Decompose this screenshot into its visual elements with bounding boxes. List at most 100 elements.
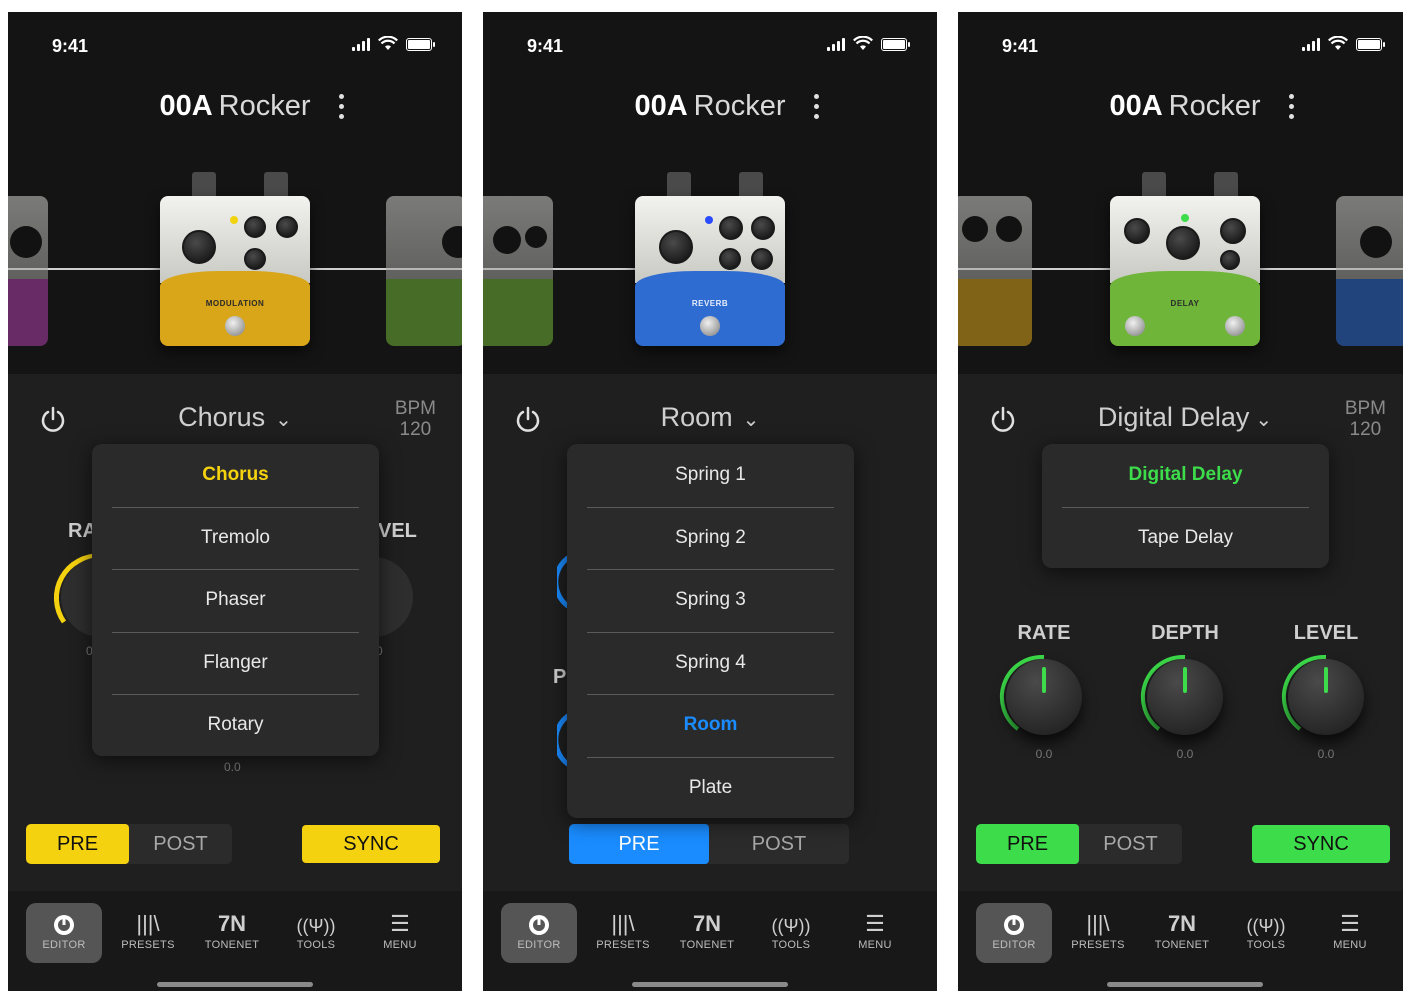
more-options-icon[interactable] (812, 94, 820, 124)
effect-dropdown-menu: Chorus Tremolo Phaser Flanger Rotary (92, 444, 379, 756)
presets-icon: |||\ (1086, 911, 1110, 936)
signal-icon (1302, 37, 1320, 51)
pedal-modulation[interactable]: MODULATION (160, 196, 310, 346)
tab-menu[interactable]: ☰ MENU (837, 903, 913, 963)
tonenet-icon: 7N (692, 911, 722, 936)
pedal-delay-partial[interactable] (483, 196, 553, 346)
tab-editor[interactable]: EDITOR (976, 903, 1052, 963)
tab-tools[interactable]: ((Ψ)) TOOLS (753, 903, 829, 963)
tab-presets[interactable]: |||\ PRESETS (110, 903, 186, 963)
tab-presets[interactable]: |||\ PRESETS (585, 903, 661, 963)
screen-delay: 9:41 00A Rocker DELAY Digital Delay ⌄ BP… (958, 12, 1403, 991)
tools-icon: ((Ψ)) (1246, 916, 1286, 936)
preset-title[interactable]: 00A Rocker (958, 90, 1403, 130)
dropdown-option-tremolo[interactable]: Tremolo (92, 506, 379, 570)
tab-tools[interactable]: ((Ψ)) TOOLS (278, 903, 354, 963)
presets-icon: |||\ (611, 911, 635, 936)
chevron-down-icon: ⌄ (742, 409, 760, 431)
tab-tonenet[interactable]: 7N TONENET (669, 903, 745, 963)
level-knob[interactable]: LEVEL 0.0 (1278, 622, 1374, 761)
menu-icon: ☰ (1340, 911, 1360, 936)
preset-title[interactable]: 00A Rocker (8, 90, 462, 130)
bpm-display[interactable]: BPM 120 (395, 398, 436, 440)
tab-bar: EDITOR |||\ PRESETS 7N TONENET ((Ψ)) TOOLS … (483, 891, 937, 991)
wifi-icon (853, 36, 873, 51)
tab-tools[interactable]: ((Ψ)) TOOLS (1228, 903, 1304, 963)
tools-icon: ((Ψ)) (771, 916, 811, 936)
signal-icon (827, 37, 845, 51)
pedal-label: DELAY (1170, 299, 1200, 308)
pre-button[interactable]: PRE (569, 824, 709, 864)
status-bar: 9:41 (958, 12, 1403, 72)
knob-label-partial: P (553, 666, 567, 688)
preset-title[interactable]: 00A Rocker (483, 90, 937, 130)
dropdown-option-spring-1[interactable]: Spring 1 (567, 444, 854, 507)
pedal-modulation-partial[interactable] (958, 196, 1032, 346)
tab-editor[interactable]: EDITOR (26, 903, 102, 963)
tab-menu[interactable]: ☰ MENU (1312, 903, 1388, 963)
dropdown-option-spring-3[interactable]: Spring 3 (567, 569, 854, 632)
tonenet-icon: 7N (217, 911, 247, 936)
wifi-icon (378, 36, 398, 51)
pedal-reverb[interactable]: REVERB (635, 196, 785, 346)
dropdown-option-chorus[interactable]: Chorus (92, 444, 379, 507)
tools-icon: ((Ψ)) (296, 916, 336, 936)
tab-menu[interactable]: ☰ MENU (362, 903, 438, 963)
depth-knob[interactable]: DEPTH 0.0 (1137, 622, 1233, 761)
pedal-delay[interactable]: DELAY (1110, 196, 1260, 346)
pedal-delay-partial[interactable] (386, 196, 462, 346)
tab-bar: EDITOR |||\ PRESETS 7N TONENET ((Ψ)) TOOLS … (958, 891, 1403, 991)
sync-button[interactable]: SYNC (302, 825, 440, 863)
status-time: 9:41 (52, 36, 89, 56)
dropdown-option-plate[interactable]: Plate (567, 756, 854, 820)
pre-post-toggle: PRE POST (976, 824, 1182, 864)
dropdown-option-tape-delay[interactable]: Tape Delay (1042, 506, 1329, 570)
effect-dropdown-menu: Digital Delay Tape Delay (1042, 444, 1329, 568)
pre-post-toggle: PRE POST (26, 824, 232, 864)
pedal-chain[interactable]: REVERB (483, 172, 937, 372)
presets-icon: |||\ (136, 911, 160, 936)
pre-button[interactable]: PRE (26, 824, 129, 864)
dropdown-option-digital-delay[interactable]: Digital Delay (1042, 444, 1329, 507)
pedal-chain[interactable]: MODULATION (8, 172, 462, 372)
status-bar: 9:41 (8, 12, 462, 72)
tab-editor[interactable]: EDITOR (501, 903, 577, 963)
menu-icon: ☰ (865, 911, 885, 936)
effect-dropdown-menu: Spring 1 Spring 2 Spring 3 Spring 4 Room… (567, 444, 854, 818)
pedal-compressor-partial[interactable] (8, 196, 48, 346)
bpm-display[interactable]: BPM 120 (1345, 398, 1386, 440)
level-label-partial: VEL (378, 520, 417, 542)
dropdown-option-room[interactable]: Room (567, 694, 854, 757)
menu-icon: ☰ (390, 911, 410, 936)
tab-tonenet[interactable]: 7N TONENET (1144, 903, 1220, 963)
pedal-chain[interactable]: DELAY (958, 172, 1403, 372)
tab-presets[interactable]: |||\ PRESETS (1060, 903, 1136, 963)
post-button[interactable]: POST (709, 824, 849, 864)
pre-button[interactable]: PRE (976, 824, 1079, 864)
screen-modulation: 9:41 00A Rocker MODULATION Chorus ⌄ BPM … (8, 12, 462, 991)
pedal-label: MODULATION (205, 299, 265, 308)
sync-button[interactable]: SYNC (1252, 825, 1390, 863)
home-indicator (1107, 982, 1263, 987)
home-indicator (157, 982, 313, 987)
dropdown-option-flanger[interactable]: Flanger (92, 631, 379, 695)
pedal-reverb-partial[interactable] (1336, 196, 1403, 346)
dropdown-option-phaser[interactable]: Phaser (92, 569, 379, 632)
effect-type-selector[interactable]: Room ⌄ (483, 402, 937, 433)
battery-icon (1356, 38, 1385, 51)
effect-type-selector[interactable]: Digital Delay ⌄ (958, 402, 1403, 433)
editor-icon (26, 903, 102, 937)
dropdown-option-spring-2[interactable]: Spring 2 (567, 506, 854, 570)
rate-knob[interactable]: RATE 0.0 (996, 622, 1092, 761)
status-time: 9:41 (1002, 36, 1039, 56)
editor-icon (976, 903, 1052, 937)
tab-tonenet[interactable]: 7N TONENET (194, 903, 270, 963)
dropdown-option-spring-4[interactable]: Spring 4 (567, 631, 854, 695)
post-button[interactable]: POST (129, 824, 232, 864)
tonenet-icon: 7N (1167, 911, 1197, 936)
dropdown-option-rotary[interactable]: Rotary (92, 694, 379, 757)
more-options-icon[interactable] (337, 94, 345, 124)
status-time: 9:41 (527, 36, 564, 56)
more-options-icon[interactable] (1287, 94, 1295, 124)
post-button[interactable]: POST (1079, 824, 1182, 864)
